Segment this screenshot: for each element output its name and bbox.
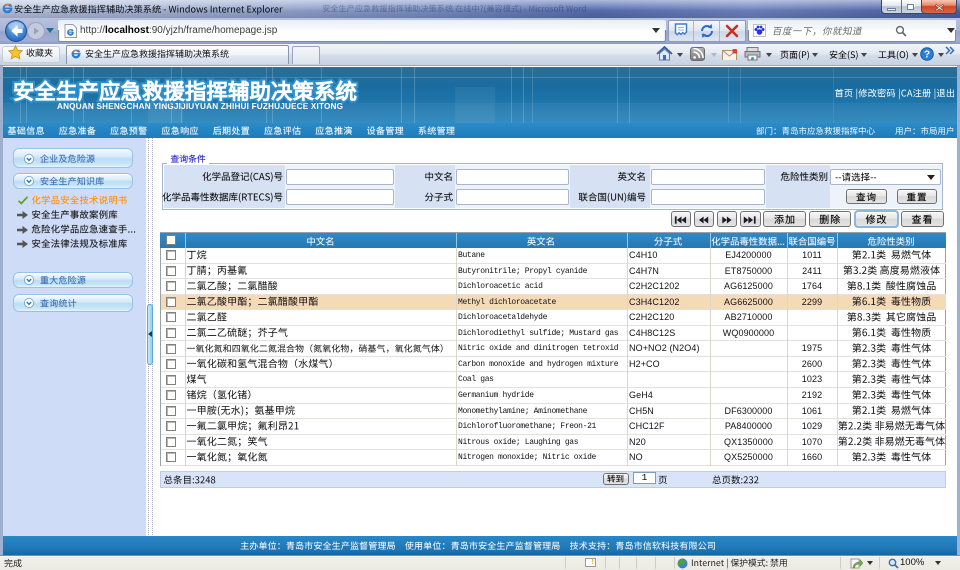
svg-text:?: ? [924,50,930,61]
